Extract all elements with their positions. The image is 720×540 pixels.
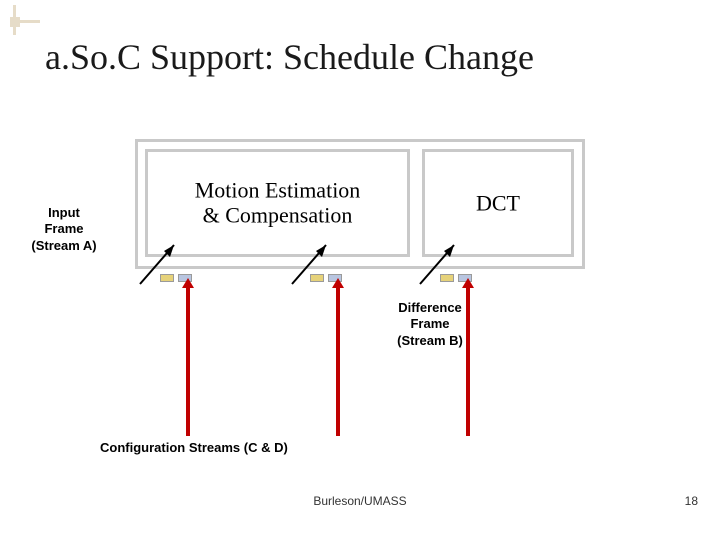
red-arrow-2 <box>336 286 340 436</box>
block-dct-label: DCT <box>425 190 571 215</box>
input-frame-text: InputFrame(Stream A) <box>31 205 96 253</box>
corner-decoration <box>10 5 40 35</box>
input-frame-label: InputFrame(Stream A) <box>14 205 114 254</box>
slide: a.So.C Support: Schedule Change InputFra… <box>0 0 720 540</box>
slide-title: a.So.C Support: Schedule Change <box>45 36 534 78</box>
footer-center: Burleson/UMASS <box>0 494 720 508</box>
red-arrow-1 <box>186 286 190 436</box>
diagram: Motion Estimation& Compensation DCT <box>120 139 590 281</box>
block-motion-label: Motion Estimation& Compensation <box>148 178 407 229</box>
difference-frame-text: DifferenceFrame(Stream B) <box>397 300 463 348</box>
config-streams-label: Configuration Streams (C & D) <box>100 440 360 455</box>
footer-page-number: 18 <box>685 494 698 508</box>
difference-frame-label: DifferenceFrame(Stream B) <box>360 300 500 349</box>
